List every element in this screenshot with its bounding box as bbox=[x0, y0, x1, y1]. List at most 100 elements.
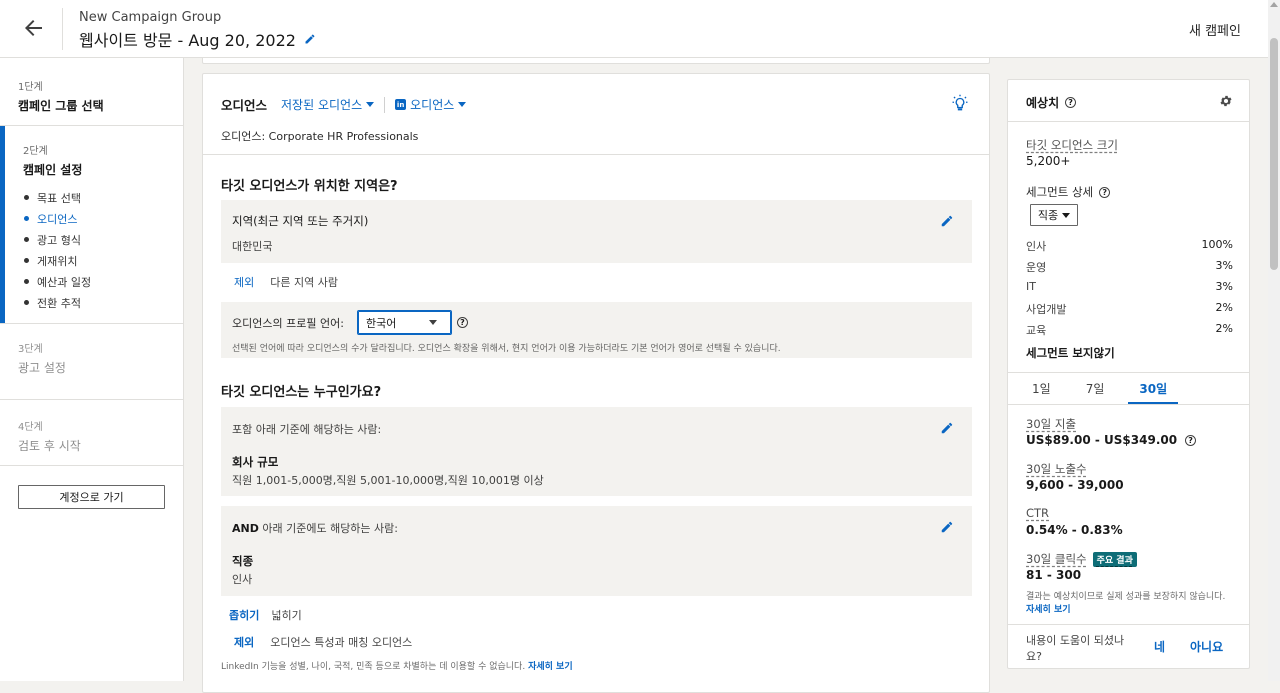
segment-pct: 2% bbox=[1215, 301, 1233, 314]
linkedin-audiences-label: 오디언스 bbox=[410, 98, 455, 112]
period-tabs: 1일 7일 30일 bbox=[1008, 372, 1249, 404]
location-box-title: 지역(최근 지역 또는 주거지) bbox=[232, 214, 369, 228]
step-label: 2단계 bbox=[23, 146, 48, 157]
saved-audiences-dropdown[interactable]: 저장된 오디언스 bbox=[281, 96, 375, 113]
language-note: 선택된 언어에 따라 오디언스의 수가 달라집니다. 오디언스 확장을 위해서,… bbox=[232, 344, 781, 354]
divider bbox=[1008, 404, 1249, 405]
caret-down-icon bbox=[366, 102, 375, 107]
exclude-location-row: 제외 다른 지역 사람 bbox=[234, 274, 338, 290]
exclude-attributes-text[interactable]: 오디언스 특성과 매칭 오디언스 bbox=[270, 634, 412, 650]
segment-select[interactable]: 직종 bbox=[1030, 204, 1078, 226]
audience-size-value: 5,200+ bbox=[1026, 154, 1071, 168]
segment-row: 인사 100% bbox=[1026, 238, 1233, 254]
pencil-icon[interactable] bbox=[304, 33, 316, 45]
new-campaign-button[interactable]: 새 캠페인 bbox=[1189, 20, 1241, 39]
segment-detail-row: 세그먼트 상세? bbox=[1026, 184, 1111, 200]
exclude-other-location[interactable]: 다른 지역 사람 bbox=[270, 274, 338, 290]
broaden-link[interactable]: 넓히기 bbox=[271, 607, 301, 623]
step-2[interactable]: 2단계 캠페인 설정 목표 선택 오디언스 광고 형식 게재위치 예산과 일정 … bbox=[0, 126, 183, 324]
exclude-link[interactable]: 제외 bbox=[234, 274, 254, 290]
include-label: 포함 아래 기준에 해당하는 사람: bbox=[232, 423, 382, 436]
linkedin-audiences-dropdown[interactable]: in 오디언스 bbox=[395, 96, 467, 113]
spend-value: US$89.00 - US$349.00 bbox=[1026, 433, 1178, 447]
top-bar: New Campaign Group 웹사이트 방문 - Aug 20, 202… bbox=[0, 0, 1268, 58]
substep-audience[interactable]: 오디언스 bbox=[23, 208, 165, 229]
campaign-title-text: 웹사이트 방문 - Aug 20, 2022 bbox=[79, 31, 296, 50]
learn-more-link[interactable]: 자세히 보기 bbox=[1026, 605, 1071, 615]
segment-row: 교육 2% bbox=[1026, 322, 1233, 338]
scrollbar-thumb[interactable] bbox=[1270, 38, 1278, 270]
segment-name: 운영 bbox=[1026, 261, 1047, 274]
pencil-icon[interactable] bbox=[940, 214, 954, 228]
exclude-link[interactable]: 제외 bbox=[234, 634, 254, 650]
segment-pct: 100% bbox=[1201, 238, 1233, 251]
audience-size-label[interactable]: 타깃 오디언스 크기 bbox=[1026, 137, 1118, 153]
step-label: 1단계 bbox=[18, 82, 43, 93]
exclude-attributes-row: 제외 오디언스 특성과 매칭 오디언스 bbox=[234, 634, 412, 650]
job-function-value: 인사 bbox=[232, 573, 253, 586]
help-icon[interactable]: ? bbox=[457, 317, 468, 328]
clicks-value: 81 - 300 bbox=[1026, 568, 1082, 582]
goto-account-button[interactable]: 계정으로 가기 bbox=[18, 485, 165, 509]
substep-conversion[interactable]: 전환 추적 bbox=[23, 292, 165, 313]
back-arrow-icon[interactable] bbox=[22, 16, 46, 40]
segment-detail-label: 세그먼트 상세 bbox=[1026, 185, 1094, 199]
forecast-note-text: 결과는 예상치이므로 실제 성과를 보장하지 않습니다. bbox=[1026, 592, 1226, 602]
language-select[interactable]: 한국어 bbox=[357, 310, 452, 335]
language-value: 한국어 bbox=[366, 316, 397, 330]
narrow-link[interactable]: 좁히기 bbox=[229, 607, 259, 623]
job-function-title: 직종 bbox=[232, 554, 254, 568]
step-title: 캠페인 설정 bbox=[23, 163, 83, 177]
audience-header: 오디언스 저장된 오디언스 in 오디언스 bbox=[221, 95, 467, 114]
help-icon[interactable]: ? bbox=[1185, 434, 1197, 446]
divider bbox=[203, 154, 989, 155]
no-button[interactable]: 아니요 bbox=[1190, 638, 1223, 655]
location-question: 타깃 오디언스가 위치한 지역은? bbox=[221, 179, 398, 194]
audience-panel: 오디언스 저장된 오디언스 in 오디언스 오디언스: Corporate HR … bbox=[202, 73, 990, 693]
hide-segments-link[interactable]: 세그먼트 보지않기 bbox=[1026, 345, 1115, 361]
footnote-text: LinkedIn 기능을 성별, 나이, 국적, 민족 등으로 차별하는 데 이… bbox=[221, 662, 526, 672]
campaign-group-name: New Campaign Group bbox=[79, 10, 222, 25]
scroll-up-arrow-icon[interactable] bbox=[1270, 2, 1278, 7]
footnote: LinkedIn 기능을 성별, 나이, 국적, 민족 등으로 차별하는 데 이… bbox=[221, 659, 573, 672]
pencil-icon[interactable] bbox=[940, 421, 954, 435]
yes-button[interactable]: 네 bbox=[1154, 638, 1165, 655]
substep-budget[interactable]: 예산과 일정 bbox=[23, 271, 165, 292]
clicks-label[interactable]: 30일 클릭수 bbox=[1026, 551, 1087, 567]
segment-select-value: 직종 bbox=[1037, 209, 1059, 222]
clicks-label-row: 30일 클릭수 주요 결과 bbox=[1026, 551, 1137, 567]
segment-name: 교육 bbox=[1026, 324, 1047, 337]
page-scrollbar[interactable] bbox=[1268, 0, 1280, 681]
saved-audiences-label: 저장된 오디언스 bbox=[281, 98, 363, 112]
segment-pct: 2% bbox=[1215, 322, 1233, 335]
language-label: 오디언스의 프로필 언어: bbox=[232, 317, 344, 330]
step-3: 3단계 광고 설정 bbox=[0, 324, 183, 400]
tab-30-day[interactable]: 30일 bbox=[1128, 372, 1179, 404]
include-criteria-box: 포함 아래 기준에 해당하는 사람: 회사 규모 직원 1,001-5,000명… bbox=[221, 407, 972, 496]
caret-down-icon bbox=[1062, 212, 1071, 218]
help-icon[interactable]: ? bbox=[1099, 186, 1111, 198]
gear-icon[interactable] bbox=[1219, 94, 1233, 108]
step-title: 캠페인 그룹 선택 bbox=[18, 99, 104, 113]
segment-row: 사업개발 2% bbox=[1026, 301, 1233, 317]
company-size-value: 직원 1,001-5,000명,직원 5,001-10,000명,직원 10,0… bbox=[232, 474, 544, 487]
pencil-icon[interactable] bbox=[940, 520, 954, 534]
tab-7-day[interactable]: 7일 bbox=[1075, 372, 1116, 404]
ctr-label[interactable]: CTR bbox=[1026, 506, 1049, 520]
impressions-value: 9,600 - 39,000 bbox=[1026, 478, 1124, 492]
learn-more-link[interactable]: 자세히 보기 bbox=[528, 662, 573, 672]
spend-label[interactable]: 30일 지출 bbox=[1026, 416, 1076, 432]
narrow-broaden-row: 좁히기 넓히기 bbox=[229, 607, 302, 623]
substep-objective[interactable]: 목표 선택 bbox=[23, 187, 165, 208]
tab-1-day[interactable]: 1일 bbox=[1021, 372, 1062, 404]
impressions-label[interactable]: 30일 노출수 bbox=[1026, 461, 1087, 477]
language-box: 오디언스의 프로필 언어: 한국어 ? 선택된 언어에 따라 오디언스의 수가 … bbox=[221, 302, 972, 358]
help-icon[interactable]: ? bbox=[1065, 97, 1077, 108]
substep-placement[interactable]: 게재위치 bbox=[23, 250, 165, 271]
caret-down-icon bbox=[458, 102, 467, 107]
steps-sidebar: 1단계 캠페인 그룹 선택 2단계 캠페인 설정 목표 선택 오디언스 광고 형… bbox=[0, 58, 184, 681]
step-1[interactable]: 1단계 캠페인 그룹 선택 bbox=[0, 58, 183, 126]
lightbulb-icon[interactable] bbox=[951, 94, 969, 112]
substep-ad-format[interactable]: 광고 형식 bbox=[23, 229, 165, 250]
segment-row: IT 3% bbox=[1026, 280, 1233, 293]
